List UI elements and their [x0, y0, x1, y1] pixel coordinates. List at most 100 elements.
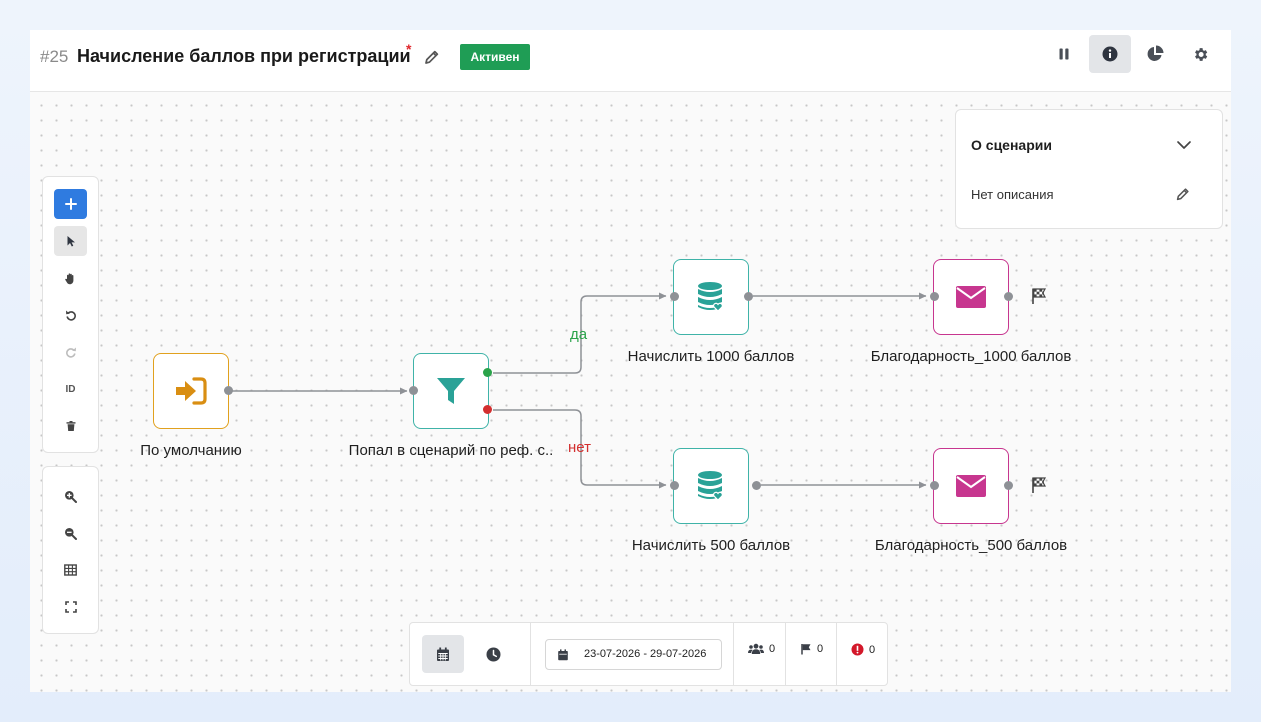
trash-icon	[66, 421, 75, 431]
header-bar: #25 Начисление баллов при регистрации * …	[30, 30, 1231, 92]
expand-icon	[64, 601, 77, 613]
settings-button[interactable]	[1179, 35, 1221, 73]
calendar-icon	[558, 649, 568, 661]
node-award-500-label: Начислить 500 баллов	[631, 537, 791, 554]
sign-in-icon	[176, 377, 207, 405]
node-award-500[interactable]	[673, 448, 749, 524]
hand-icon	[65, 272, 74, 284]
node-thanks-500-input-port[interactable]	[930, 481, 939, 490]
zoom-out-icon	[65, 527, 77, 540]
grid-toggle-button[interactable]	[54, 555, 87, 585]
database-heart-icon	[698, 282, 723, 312]
zoom-in-button[interactable]	[54, 481, 87, 511]
edit-title-button[interactable]	[422, 47, 442, 67]
node-award-500-output-port[interactable]	[752, 481, 761, 490]
pan-tool-button[interactable]	[54, 263, 87, 293]
pause-button[interactable]	[1043, 35, 1085, 73]
table-grid-icon	[64, 564, 77, 576]
pie-chart-icon	[1147, 45, 1164, 61]
undo-button[interactable]	[54, 300, 87, 330]
editor-toolbox: ID	[42, 176, 99, 453]
flag-icon	[801, 644, 811, 655]
zoom-in-icon	[65, 490, 77, 503]
divider	[836, 623, 837, 685]
date-range-value: 23-07-2026 - 29-07-2026	[584, 648, 707, 660]
calendar-mode-button[interactable]	[422, 635, 464, 673]
goals-stat[interactable]: 0	[800, 643, 823, 655]
divider	[785, 623, 786, 685]
edge-no-label: нет	[568, 439, 591, 456]
node-award-500-input-port[interactable]	[670, 481, 679, 490]
status-badge: Активен	[460, 44, 530, 70]
realtime-mode-button[interactable]	[472, 635, 514, 673]
node-thanks-1000-input-port[interactable]	[930, 292, 939, 301]
envelope-icon	[956, 286, 986, 308]
select-tool-button[interactable]	[54, 226, 87, 256]
pause-icon	[1059, 48, 1069, 60]
statistics-button[interactable]	[1134, 35, 1176, 73]
node-thanks-1000-label: Благодарность_1000 баллов	[870, 348, 1072, 365]
app-window: #25 Начисление баллов при регистрации * …	[30, 30, 1231, 692]
undo-icon	[65, 310, 76, 321]
users-count: 0	[769, 643, 776, 655]
scenario-info-panel: О сценарии Нет описания	[955, 109, 1223, 229]
zoom-out-button[interactable]	[54, 518, 87, 548]
unsaved-marker: *	[406, 41, 412, 57]
calendar-icon	[437, 647, 449, 661]
finish-flag-icon	[1032, 477, 1047, 493]
node-award-1000-label: Начислить 1000 баллов	[627, 348, 795, 365]
pencil-icon	[1176, 188, 1189, 201]
cursor-arrow-icon	[67, 236, 75, 247]
scenario-description: Нет описания	[971, 187, 1054, 202]
redo-button[interactable]	[54, 337, 87, 367]
node-thanks-500-output-port[interactable]	[1004, 481, 1013, 490]
statistics-bar: 23-07-2026 - 29-07-2026 0 0 0	[409, 622, 888, 686]
node-start-output-port[interactable]	[224, 386, 233, 395]
node-filter[interactable]	[413, 353, 489, 429]
users-stat[interactable]: 0	[748, 643, 775, 655]
clock-icon	[486, 647, 500, 661]
node-filter-yes-port[interactable]	[483, 368, 492, 377]
plus-icon	[64, 198, 77, 210]
errors-stat[interactable]: 0	[851, 643, 875, 656]
gear-icon	[1194, 47, 1207, 61]
divider	[530, 623, 531, 685]
envelope-icon	[956, 475, 986, 497]
node-thanks-1000-output-port[interactable]	[1004, 292, 1013, 301]
funnel-icon	[437, 378, 465, 404]
add-node-button[interactable]	[54, 189, 87, 219]
scenario-number: #25	[40, 47, 69, 66]
info-button[interactable]	[1089, 35, 1131, 73]
node-start[interactable]	[153, 353, 229, 429]
node-thanks-500-label: Благодарность_500 баллов	[874, 537, 1068, 554]
show-ids-button[interactable]: ID	[54, 374, 87, 404]
node-filter-label: Попал в сценарий по реф. с..	[348, 442, 554, 459]
node-thanks-500[interactable]	[933, 448, 1009, 524]
date-range-picker[interactable]: 23-07-2026 - 29-07-2026	[545, 639, 722, 670]
info-panel-title: О сценарии	[971, 137, 1052, 153]
fit-screen-button[interactable]	[54, 592, 87, 622]
users-icon	[748, 643, 764, 654]
error-icon	[851, 643, 864, 656]
info-icon	[1102, 46, 1118, 62]
collapse-panel-button[interactable]	[1175, 137, 1193, 153]
divider	[733, 623, 734, 685]
delete-button[interactable]	[54, 411, 87, 441]
node-award-1000-input-port[interactable]	[670, 292, 679, 301]
node-filter-input-port[interactable]	[409, 386, 418, 395]
database-heart-icon	[698, 471, 723, 501]
node-thanks-1000[interactable]	[933, 259, 1009, 335]
chevron-down-icon	[1177, 141, 1191, 149]
page-title: Начисление баллов при регистрации	[77, 46, 411, 66]
zoom-toolbox	[42, 466, 99, 634]
pencil-icon	[425, 50, 439, 64]
edge-yes-label: да	[570, 326, 588, 343]
node-start-label: По умолчанию	[140, 442, 242, 459]
node-filter-no-port[interactable]	[483, 405, 492, 414]
edit-description-button[interactable]	[1174, 185, 1192, 203]
node-award-1000-output-port[interactable]	[744, 292, 753, 301]
node-award-1000[interactable]	[673, 259, 749, 335]
errors-count: 0	[869, 643, 876, 656]
redo-icon	[65, 347, 76, 358]
finish-flag-icon	[1032, 288, 1047, 304]
